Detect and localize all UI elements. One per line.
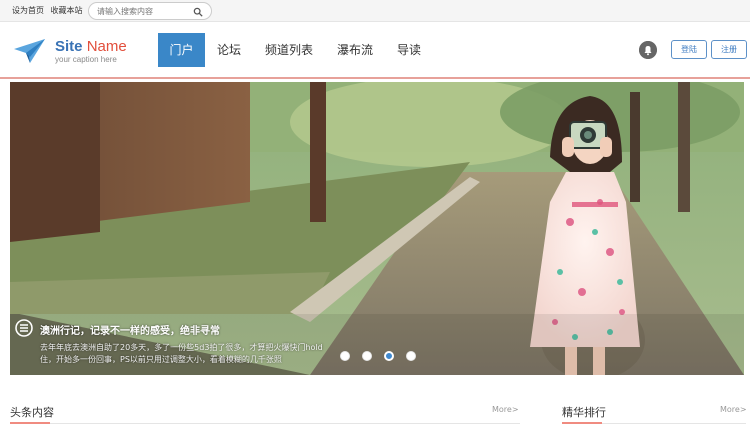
nav-guide[interactable]: 导读 bbox=[385, 33, 433, 67]
site-name[interactable]: Site Name bbox=[55, 38, 127, 55]
headline-section: 头条内容 More> bbox=[10, 386, 520, 431]
slider-dot-1[interactable] bbox=[340, 351, 350, 361]
site-caption: your caption here bbox=[55, 55, 117, 64]
slide-summary: 去年年底去澳洲自助了20多天，多了一份些5d3拍了很多，才算把火爆快门hold住… bbox=[40, 343, 323, 364]
ranking-underline bbox=[562, 422, 602, 424]
site-header: Site Name your caption here 门户 论坛 频道列表 瀑… bbox=[0, 23, 750, 79]
top-bar: 设为首页 收藏本站 bbox=[0, 0, 750, 22]
headline-more-link[interactable]: More> bbox=[492, 405, 519, 414]
slider-dot-4[interactable] bbox=[406, 351, 416, 361]
nav-portal[interactable]: 门户 bbox=[158, 33, 205, 67]
ranking-section: 精华排行 More> bbox=[562, 386, 747, 431]
search-box bbox=[88, 2, 212, 20]
headline-divider bbox=[10, 423, 520, 424]
bookmark-link[interactable]: 收藏本站 bbox=[51, 6, 83, 15]
headline-underline bbox=[10, 422, 50, 424]
top-links: 设为首页 收藏本站 bbox=[12, 5, 87, 16]
bell-icon[interactable] bbox=[639, 41, 657, 59]
slider-dots bbox=[340, 351, 416, 361]
slider-dot-2[interactable] bbox=[362, 351, 372, 361]
register-button[interactable]: 注册 bbox=[711, 40, 747, 59]
hero-slider[interactable]: 澳洲行记，记录不一样的感受，绝非寻常 去年年底去澳洲自助了20多天，多了一份些5… bbox=[10, 82, 744, 375]
ranking-more-link[interactable]: More> bbox=[720, 405, 747, 414]
nav-forum[interactable]: 论坛 bbox=[205, 33, 253, 67]
search-icon[interactable] bbox=[193, 7, 203, 17]
list-icon bbox=[15, 319, 33, 337]
slide-title[interactable]: 澳洲行记，记录不一样的感受，绝非寻常 bbox=[40, 322, 220, 337]
main-nav: 门户 论坛 频道列表 瀑布流 导读 bbox=[158, 33, 433, 67]
search-input[interactable] bbox=[97, 5, 187, 18]
paper-plane-icon[interactable] bbox=[12, 37, 46, 65]
nav-channel-list[interactable]: 频道列表 bbox=[253, 33, 325, 67]
set-homepage-link[interactable]: 设为首页 bbox=[12, 6, 44, 15]
login-button[interactable]: 登陆 bbox=[671, 40, 707, 59]
headline-title: 头条内容 bbox=[10, 406, 54, 419]
slider-dot-3[interactable] bbox=[384, 351, 394, 361]
nav-waterfall[interactable]: 瀑布流 bbox=[325, 33, 385, 67]
ranking-title: 精华排行 bbox=[562, 406, 606, 419]
